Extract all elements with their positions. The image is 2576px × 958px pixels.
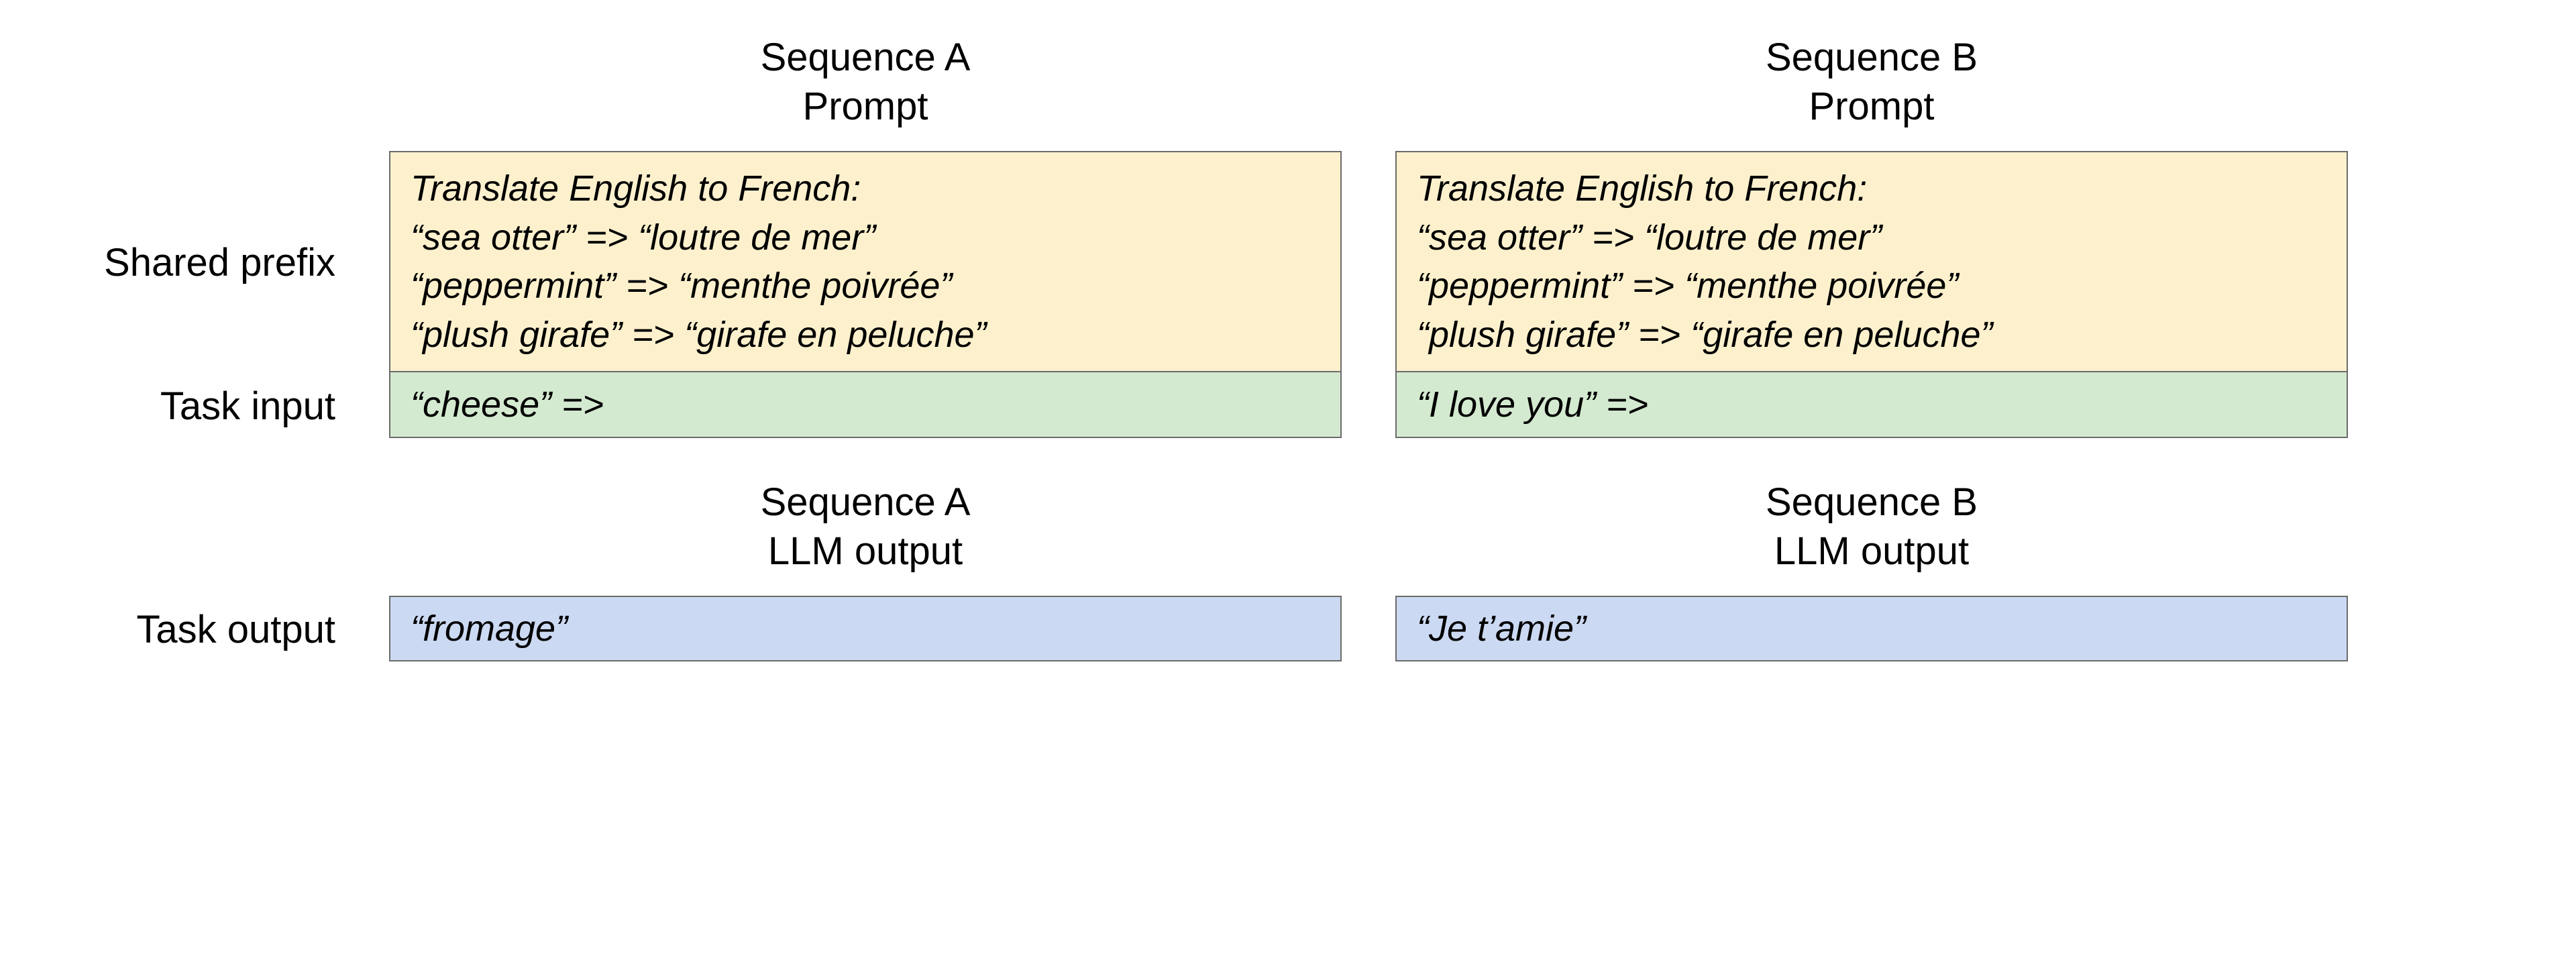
sequence-a-task-output-text: “fromage” [411, 604, 568, 653]
sequence-a-shared-prefix-box: Translate English to French: “sea otter”… [389, 151, 1342, 372]
sequence-b-prefix-line4: “plush girafe” => “girafe en peluche” [1417, 311, 2326, 360]
sequence-a-output-header: Sequence A LLM output [389, 478, 1342, 576]
sequence-b-task-input-text: “I love you” => [1417, 380, 1648, 429]
label-task-output: Task output [40, 596, 335, 662]
sequence-b-output-header-line1: Sequence B [1395, 478, 2348, 527]
sequence-a-header-line1: Sequence A [389, 34, 1342, 83]
label-shared-prefix: Shared prefix [40, 152, 335, 373]
sequence-b-prefix-line1: Translate English to French: [1417, 164, 2326, 213]
sequence-b-output-header: Sequence B LLM output [1395, 478, 2348, 576]
label-task-input-text: Task input [160, 384, 335, 429]
spacer [40, 34, 335, 152]
sequence-a-column: Sequence A Prompt Translate English to F… [389, 34, 1342, 661]
sequence-b-output-header-line2: LLM output [1395, 527, 2348, 576]
sequence-a-output-header-line1: Sequence A [389, 478, 1342, 527]
sequence-b-prefix-line2: “sea otter” => “loutre de mer” [1417, 213, 2326, 262]
sequence-a-header-line2: Prompt [389, 83, 1342, 131]
sequence-b-column: Sequence B Prompt Translate English to F… [1395, 34, 2348, 661]
sequence-a-prefix-line4: “plush girafe” => “girafe en peluche” [411, 311, 1320, 360]
sequence-a-task-output-box: “fromage” [389, 596, 1342, 661]
sequence-a-prefix-line3: “peppermint” => “menthe poivrée” [411, 262, 1320, 311]
sequence-b-header-line1: Sequence B [1395, 34, 2348, 83]
sequence-b-prefix-line3: “peppermint” => “menthe poivrée” [1417, 262, 2326, 311]
sequence-b-shared-prefix-box: Translate English to French: “sea otter”… [1395, 151, 2348, 372]
sequence-b-header: Sequence B Prompt [1395, 34, 2348, 131]
sequence-b-task-output-text: “Je t’amie” [1417, 604, 1586, 653]
label-shared-prefix-text: Shared prefix [104, 240, 335, 285]
sequence-a-prefix-line1: Translate English to French: [411, 164, 1320, 213]
diagram-grid: Shared prefix Task input Task output Seq… [40, 34, 2496, 662]
sequence-a-prefix-line2: “sea otter” => “loutre de mer” [411, 213, 1320, 262]
sequence-b-task-input-box: “I love you” => [1395, 372, 2348, 438]
sequence-a-task-input-text: “cheese” => [411, 380, 604, 429]
row-labels-column: Shared prefix Task input Task output [40, 34, 335, 662]
sequence-a-task-input-box: “cheese” => [389, 372, 1342, 438]
sequence-b-task-output-box: “Je t’amie” [1395, 596, 2348, 661]
sequence-b-header-line2: Prompt [1395, 83, 2348, 131]
sequence-a-header: Sequence A Prompt [389, 34, 1342, 131]
label-task-input: Task input [40, 373, 335, 439]
spacer [40, 439, 335, 596]
diagram-container: Shared prefix Task input Task output Seq… [0, 0, 2576, 958]
label-task-output-text: Task output [136, 607, 335, 652]
sequence-a-output-header-line2: LLM output [389, 527, 1342, 576]
